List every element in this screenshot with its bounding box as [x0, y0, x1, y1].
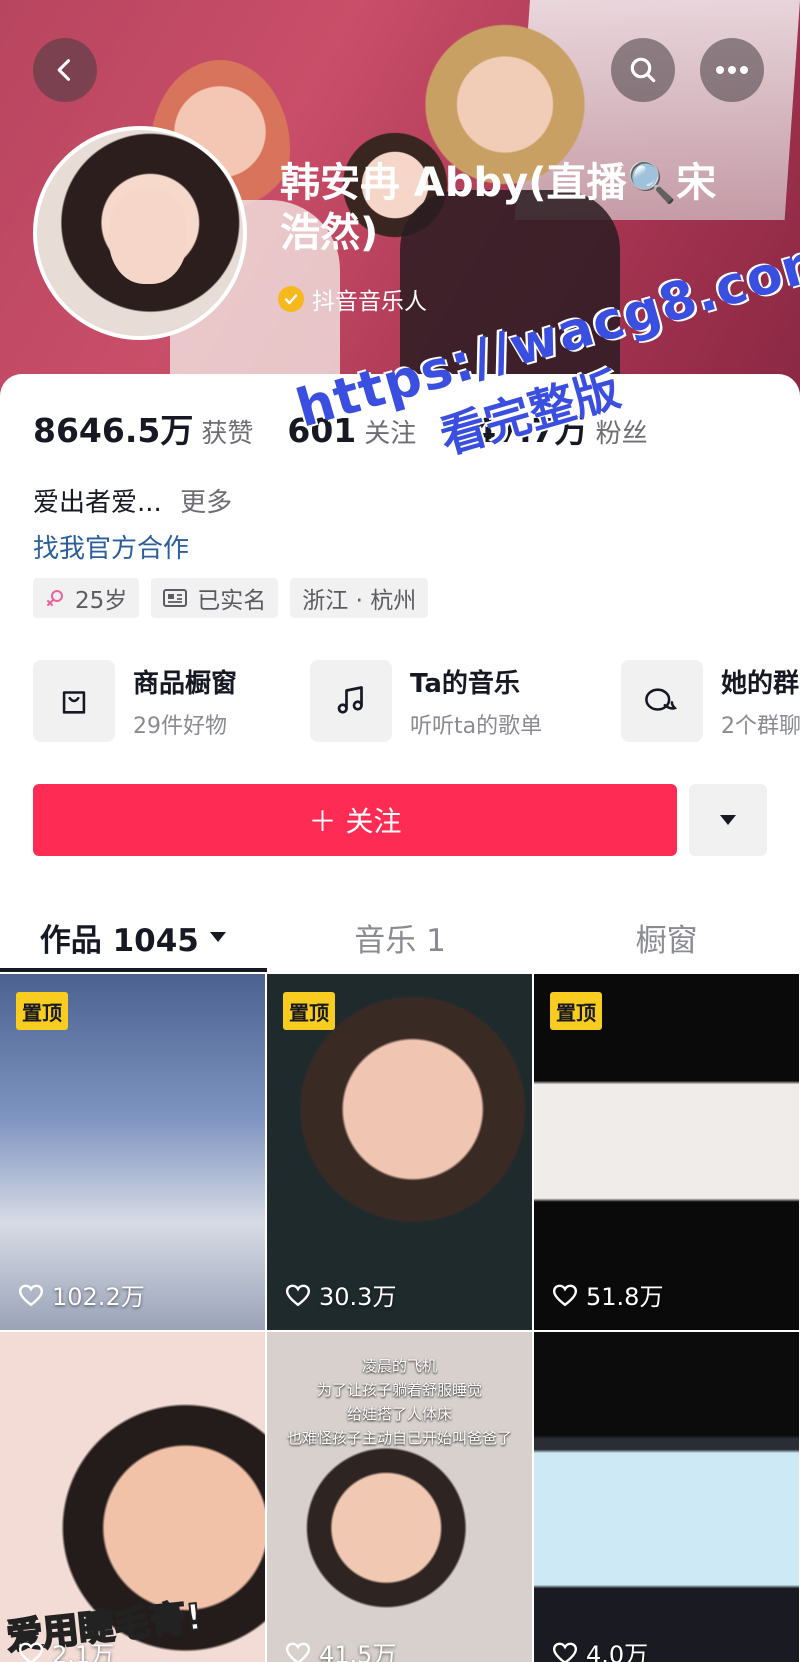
- tag-verified-id: 已实名: [151, 578, 279, 618]
- bio: 爱出者爱... 更多: [33, 482, 232, 519]
- tag-label: 25岁: [75, 588, 128, 614]
- stat-value: 347.7万: [450, 411, 588, 450]
- video-grid: 置顶 102.2万 置顶 30.3万 置顶 51.8万 爱用睫毛膏! 2.1万 …: [0, 974, 800, 1662]
- heart-icon: [285, 1283, 311, 1307]
- tab-showcase[interactable]: 橱窗: [533, 900, 800, 974]
- service-music[interactable]: Ta的音乐 听听ta的歌单: [310, 660, 542, 742]
- tag-label: 浙江 · 杭州: [302, 588, 417, 614]
- video-thumbnail[interactable]: 置顶 102.2万: [0, 974, 265, 1330]
- like-count: 102.2万: [18, 1277, 145, 1312]
- stat-label: 关注: [364, 419, 417, 449]
- like-count-value: 4.0万: [586, 1641, 649, 1662]
- service-subtitle: 2个群聊: [721, 713, 800, 739]
- video-caption: 凌晨的飞机 为了让孩子躺着舒服睡觉 给娃搭了人体床 也难怪孩子主动自己开始叫爸爸…: [267, 1354, 532, 1450]
- video-thumbnail[interactable]: 4.0万: [534, 1332, 799, 1662]
- like-count: 51.8万: [552, 1277, 663, 1312]
- follow-button[interactable]: ＋ 关注: [33, 784, 677, 856]
- stat-followers[interactable]: 347.7万 粉丝: [450, 404, 647, 452]
- caption-line: 为了让孩子躺着舒服睡觉: [316, 1381, 482, 1399]
- back-button[interactable]: [33, 38, 97, 102]
- like-count-value: 51.8万: [586, 1283, 664, 1311]
- search-button[interactable]: [611, 38, 675, 102]
- service-title: 商品橱窗: [133, 668, 238, 699]
- like-count-value: 30.3万: [319, 1283, 397, 1311]
- service-shop[interactable]: 商品橱窗 29件好物: [33, 660, 237, 742]
- more-dots-icon: [716, 66, 748, 74]
- service-subtitle: 29件好物: [133, 713, 227, 739]
- profile-tags: 25岁 已实名 浙江 · 杭州: [33, 578, 429, 618]
- video-thumbnail[interactable]: 置顶 30.3万: [267, 974, 532, 1330]
- like-count: 4.0万: [552, 1635, 648, 1662]
- like-count: 30.3万: [285, 1277, 396, 1312]
- tag-age: 25岁: [33, 578, 140, 618]
- pinned-badge: 置顶: [16, 992, 68, 1030]
- verified-badge: 抖音音乐人: [278, 282, 427, 316]
- stat-label: 粉丝: [595, 419, 648, 449]
- tab-label: 橱窗: [635, 922, 698, 959]
- caption-line: 给娃搭了人体床: [346, 1405, 452, 1423]
- tag-label: 已实名: [197, 588, 267, 614]
- like-count: 41.5万: [285, 1635, 396, 1662]
- avatar-face: [109, 188, 187, 284]
- like-count-value: 41.5万: [319, 1641, 397, 1662]
- female-icon: [45, 588, 65, 608]
- service-title: Ta的音乐: [410, 668, 520, 699]
- pinned-badge: 置顶: [283, 992, 335, 1030]
- video-thumbnail[interactable]: 爱用睫毛膏! 2.1万: [0, 1332, 265, 1662]
- video-thumbnail[interactable]: 置顶 51.8万: [534, 974, 799, 1330]
- tab-music[interactable]: 音乐 1: [267, 900, 534, 974]
- tab-label: 作品 1045: [39, 922, 199, 959]
- triangle-down-icon: [720, 815, 736, 825]
- stat-value: 601: [287, 411, 357, 450]
- avatar[interactable]: [33, 126, 247, 340]
- stat-label: 获赞: [201, 419, 254, 449]
- tab-works[interactable]: 作品 1045: [0, 900, 267, 974]
- services-row: 商品橱窗 29件好物 Ta的音乐 听听ta的歌单 她的群 2个群聊: [33, 660, 800, 742]
- music-note-icon: [310, 660, 392, 742]
- heart-icon: [552, 1641, 578, 1662]
- triangle-down-icon: [209, 932, 226, 942]
- bio-more-link[interactable]: 更多: [180, 488, 232, 518]
- recommend-dropdown-button[interactable]: [689, 784, 767, 856]
- like-count-value: 2.1万: [52, 1641, 115, 1662]
- tab-label: 音乐 1: [354, 922, 446, 959]
- heart-icon: [18, 1283, 44, 1307]
- check-icon: [278, 286, 304, 312]
- chat-bubbles-icon: [621, 660, 703, 742]
- pinned-badge: 置顶: [550, 992, 602, 1030]
- profile-name: 韩安冉 Abby(直播🔍宋浩然): [280, 160, 717, 256]
- more-button[interactable]: [700, 38, 764, 102]
- tag-location: 浙江 · 杭州: [290, 578, 429, 618]
- caption-line: 也难怪孩子主动自己开始叫爸爸了: [286, 1429, 512, 1447]
- shopping-bag-icon: [33, 660, 115, 742]
- cooperation-link[interactable]: 找我官方合作: [33, 528, 189, 565]
- verified-label: 抖音音乐人: [312, 289, 427, 315]
- service-subtitle: 听听ta的歌单: [410, 713, 543, 739]
- service-groups[interactable]: 她的群 2个群聊: [621, 660, 800, 742]
- chevron-left-icon: [57, 59, 71, 81]
- heart-icon: [285, 1641, 311, 1662]
- content-tabs: 作品 1045 音乐 1 橱窗: [0, 900, 800, 974]
- bio-text: 爱出者爱...: [33, 488, 162, 518]
- like-count: 2.1万: [18, 1635, 114, 1662]
- service-title: 她的群: [721, 668, 800, 699]
- like-count-value: 102.2万: [52, 1283, 145, 1311]
- video-thumbnail[interactable]: 凌晨的飞机 为了让孩子躺着舒服睡觉 给娃搭了人体床 也难怪孩子主动自己开始叫爸爸…: [267, 1332, 532, 1662]
- caption-line: 凌晨的飞机: [361, 1357, 437, 1375]
- heart-icon: [18, 1641, 44, 1662]
- stat-value: 8646.5万: [33, 411, 194, 450]
- stat-likes[interactable]: 8646.5万 获赞: [33, 404, 253, 452]
- stat-following[interactable]: 601 关注: [287, 411, 416, 450]
- profile-stats: 8646.5万 获赞 601 关注 347.7万 粉丝: [33, 404, 682, 452]
- search-icon: [630, 57, 656, 83]
- heart-icon: [552, 1283, 578, 1307]
- id-card-icon: [163, 589, 188, 607]
